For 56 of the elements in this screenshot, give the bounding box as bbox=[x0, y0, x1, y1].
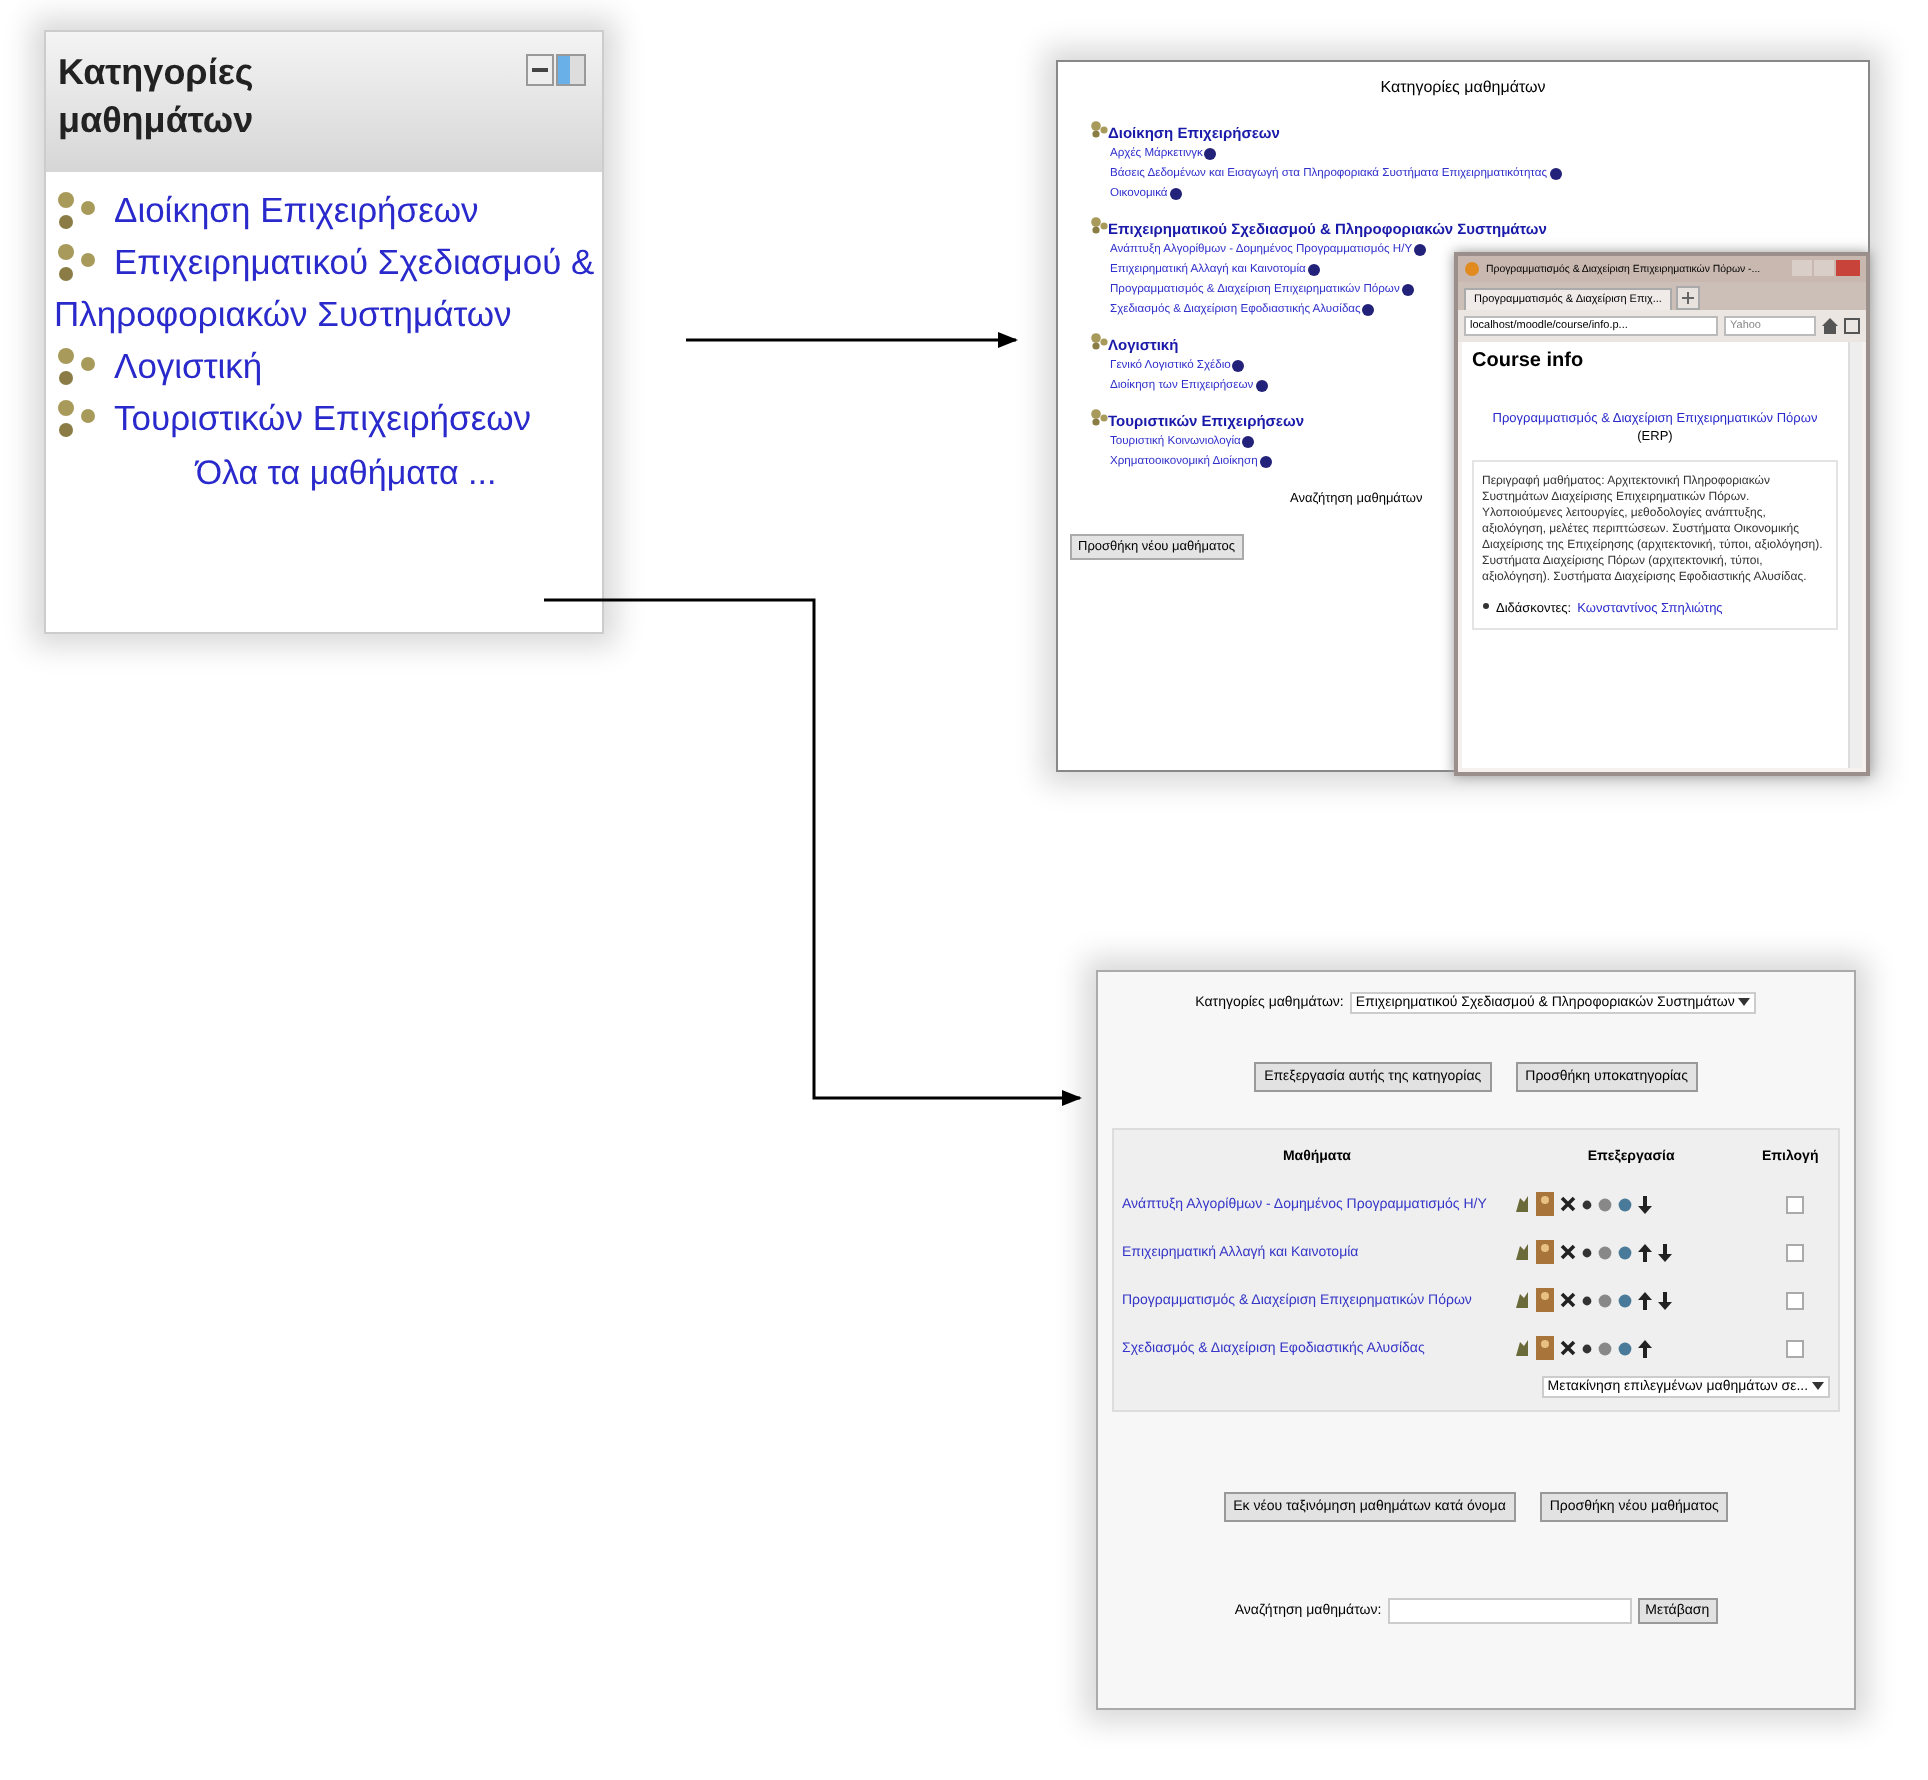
category-icon bbox=[1090, 120, 1108, 138]
delete-icon[interactable] bbox=[1560, 1292, 1576, 1308]
browser-logo-icon bbox=[1464, 260, 1480, 278]
info-icon[interactable] bbox=[1362, 304, 1375, 316]
info-icon[interactable] bbox=[1414, 244, 1427, 256]
category-icon bbox=[1090, 332, 1108, 350]
category-icon bbox=[1090, 216, 1108, 234]
page-title: Κατηγορίες μαθημάτων bbox=[1378, 78, 1548, 96]
category-icon bbox=[1090, 408, 1108, 426]
info-icon[interactable] bbox=[1204, 148, 1217, 160]
page-heading: Course info bbox=[1472, 350, 1586, 372]
category-link[interactable]: Λογιστική bbox=[54, 340, 598, 392]
dot-icon[interactable] bbox=[1582, 1247, 1592, 1257]
all-courses-link[interactable]: Όλα τα μαθήματα ... bbox=[195, 448, 497, 500]
home-icon[interactable] bbox=[1822, 318, 1838, 334]
delete-icon[interactable] bbox=[1560, 1196, 1576, 1212]
new-tab-button[interactable] bbox=[1675, 286, 1700, 310]
hand-icon[interactable] bbox=[1514, 1338, 1530, 1358]
up-arrow-icon[interactable] bbox=[1638, 1291, 1652, 1309]
block-title: Κατηγορίες μαθημάτων bbox=[58, 50, 256, 144]
info-icon[interactable] bbox=[1169, 188, 1182, 200]
select-checkbox[interactable] bbox=[1786, 1243, 1804, 1261]
plus-icon bbox=[1681, 292, 1694, 304]
info-icon[interactable] bbox=[1307, 264, 1320, 276]
hand-icon[interactable] bbox=[1514, 1242, 1530, 1262]
hand-icon[interactable] bbox=[1514, 1194, 1530, 1214]
select-checkbox[interactable] bbox=[1786, 1195, 1804, 1213]
bullet-icon bbox=[1482, 602, 1490, 610]
up-arrow-icon[interactable] bbox=[1638, 1339, 1652, 1357]
caret-icon bbox=[1738, 998, 1751, 1007]
select-checkbox[interactable] bbox=[1786, 1291, 1804, 1309]
category-icon bbox=[54, 346, 98, 386]
category-link[interactable]: Τουριστικών Επιχειρήσεων bbox=[54, 392, 598, 444]
down-arrow-icon[interactable] bbox=[1638, 1195, 1652, 1213]
info-icon[interactable] bbox=[1401, 284, 1414, 296]
caret-icon bbox=[1812, 1382, 1824, 1391]
dot-icon[interactable] bbox=[1582, 1199, 1592, 1209]
dot-icon[interactable] bbox=[1582, 1343, 1592, 1353]
category-link[interactable]: Επιχειρηματικού Σχεδιασμού & Πληροφοριακών Συστημάτων bbox=[54, 236, 598, 340]
window-controls-icon[interactable] bbox=[1792, 260, 1860, 278]
scrollbar[interactable] bbox=[1848, 342, 1862, 768]
search-field[interactable] bbox=[1387, 1598, 1632, 1624]
down-arrow-icon[interactable] bbox=[1658, 1291, 1672, 1309]
dot-icon[interactable] bbox=[1582, 1295, 1592, 1305]
hand-icon[interactable] bbox=[1514, 1290, 1530, 1310]
info-icon[interactable] bbox=[1549, 168, 1562, 180]
category-link[interactable]: Διοίκηση Επιχειρήσεων bbox=[54, 184, 598, 236]
panel-toggle-icon[interactable] bbox=[526, 54, 586, 86]
category-icon bbox=[54, 242, 98, 282]
select-checkbox[interactable] bbox=[1786, 1339, 1804, 1357]
down-arrow-icon[interactable] bbox=[1658, 1243, 1672, 1261]
up-arrow-icon[interactable] bbox=[1638, 1243, 1652, 1261]
delete-icon[interactable] bbox=[1560, 1340, 1576, 1356]
delete-icon[interactable] bbox=[1560, 1244, 1576, 1260]
category-icon bbox=[54, 190, 98, 230]
category-icon bbox=[54, 398, 98, 438]
